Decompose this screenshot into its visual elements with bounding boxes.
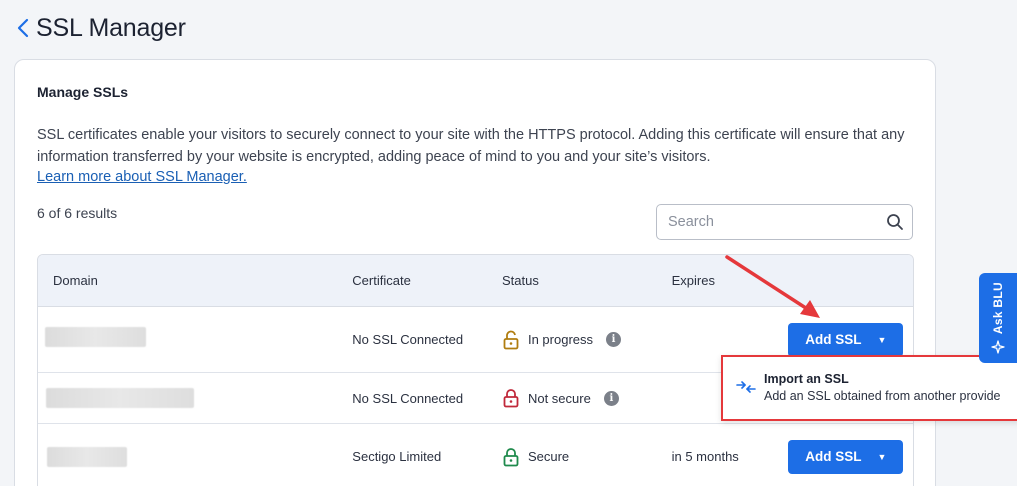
import-arrows-icon: [736, 381, 756, 393]
lock-closed-icon: [503, 389, 519, 408]
sparkle-icon: [991, 340, 1005, 354]
domain-cell: [38, 388, 337, 408]
column-header-expires: Expires: [671, 273, 715, 288]
status-cell: Secure: [487, 447, 657, 467]
manage-ssls-card: Manage SSLs SSL certificates enable your…: [14, 59, 936, 486]
add-ssl-label: Add SSL: [805, 449, 862, 464]
redacted-domain: [46, 388, 194, 408]
table-header: Domain Certificate Status Expires: [38, 255, 913, 307]
ask-blu-tab[interactable]: Ask BLU: [979, 273, 1017, 363]
add-ssl-button[interactable]: Add SSL ▼: [788, 322, 904, 357]
caret-down-icon: ▼: [877, 451, 887, 462]
action-cell: Add SSL ▼: [766, 322, 913, 357]
lock-closed-icon: [503, 447, 519, 466]
ask-blu-label: Ask BLU: [991, 281, 1005, 335]
caret-down-icon: ▼: [877, 334, 887, 345]
page-title: SSL Manager: [36, 13, 186, 42]
back-chevron-icon[interactable]: [12, 13, 34, 43]
search-icon[interactable]: [878, 213, 912, 231]
status-label: Not secure: [527, 390, 591, 406]
page-header: SSL Manager: [12, 12, 186, 44]
add-ssl-dropdown-menu: Import an SSL Add an SSL obtained from a…: [721, 355, 1017, 421]
status-cell: Not secure i: [487, 388, 657, 408]
search-box: [656, 204, 913, 240]
menu-item-subtitle: Add an SSL obtained from another provide: [764, 389, 1001, 403]
card-title: Manage SSLs: [37, 84, 129, 100]
import-ssl-menu-item[interactable]: Import an SSL Add an SSL obtained from a…: [723, 357, 1017, 419]
add-ssl-button[interactable]: Add SSL ▼: [788, 439, 904, 474]
results-count: 6 of 6 results: [37, 205, 118, 221]
info-icon[interactable]: i: [606, 332, 622, 347]
status-cell: In progress i: [487, 330, 657, 350]
certificate-cell: Sectigo Limited: [352, 449, 442, 464]
add-ssl-label: Add SSL: [805, 332, 862, 347]
learn-more-link[interactable]: Learn more about SSL Manager.: [37, 169, 247, 185]
column-header-status: Status: [501, 273, 539, 288]
certificate-cell: No SSL Connected: [352, 390, 464, 406]
domain-cell: [38, 446, 337, 467]
card-description: SSL certificates enable your visitors to…: [37, 127, 905, 165]
status-label: In progress: [527, 332, 594, 347]
menu-item-title: Import an SSL: [764, 372, 849, 386]
domain-cell: [38, 307, 337, 347]
lock-open-icon: [503, 330, 519, 349]
action-cell: Add SSL ▼: [766, 439, 913, 474]
table-row: Sectigo Limited Secure in 5 months Add S…: [38, 424, 913, 486]
certificate-cell: No SSL Connected: [352, 332, 464, 347]
redacted-domain: [47, 446, 127, 467]
column-header-certificate: Certificate: [352, 273, 411, 288]
expires-cell: in 5 months: [671, 449, 739, 464]
search-input[interactable]: [657, 205, 878, 239]
info-icon[interactable]: i: [603, 390, 619, 406]
column-header-domain: Domain: [53, 273, 98, 288]
redacted-domain: [45, 327, 146, 347]
status-label: Secure: [527, 449, 570, 464]
